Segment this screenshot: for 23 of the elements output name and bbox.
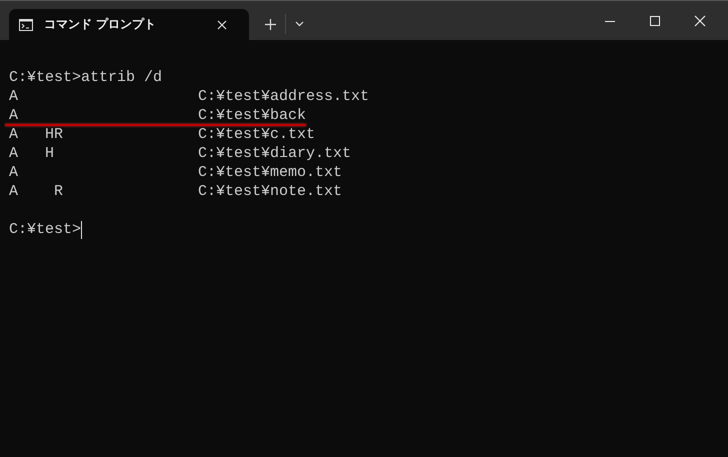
attribute-text: A HR [9, 125, 64, 144]
tab-title: コマンド プロンプト [44, 16, 156, 33]
close-tab-icon[interactable] [217, 20, 227, 30]
attribute-text: A R [9, 182, 64, 201]
file-path: C:¥test¥c.txt [198, 125, 316, 144]
attribute-text: A [9, 87, 20, 106]
terminal-icon [19, 18, 33, 30]
file-path: C:¥test¥memo.txt [198, 163, 342, 182]
new-tab-icon[interactable] [265, 19, 276, 30]
file-path: C:¥test¥diary.txt [198, 144, 352, 163]
file-path: C:¥test¥address.txt [198, 87, 370, 106]
command-line: C:¥test>attrib /d [9, 68, 164, 87]
prompt-text: C:¥test> [9, 220, 82, 239]
attribute-text: A [9, 106, 20, 125]
attribute-text: A H [9, 144, 56, 163]
maximize-icon[interactable] [649, 15, 661, 27]
file-path: C:¥test¥back [198, 106, 306, 125]
close-icon[interactable] [694, 15, 706, 27]
file-path: C:¥test¥note.txt [198, 182, 342, 201]
attribute-text: A [9, 163, 20, 182]
dropdown-icon[interactable] [295, 21, 304, 27]
terminal-tab[interactable]: コマンド プロンプト [9, 9, 249, 40]
text-cursor [81, 220, 82, 238]
